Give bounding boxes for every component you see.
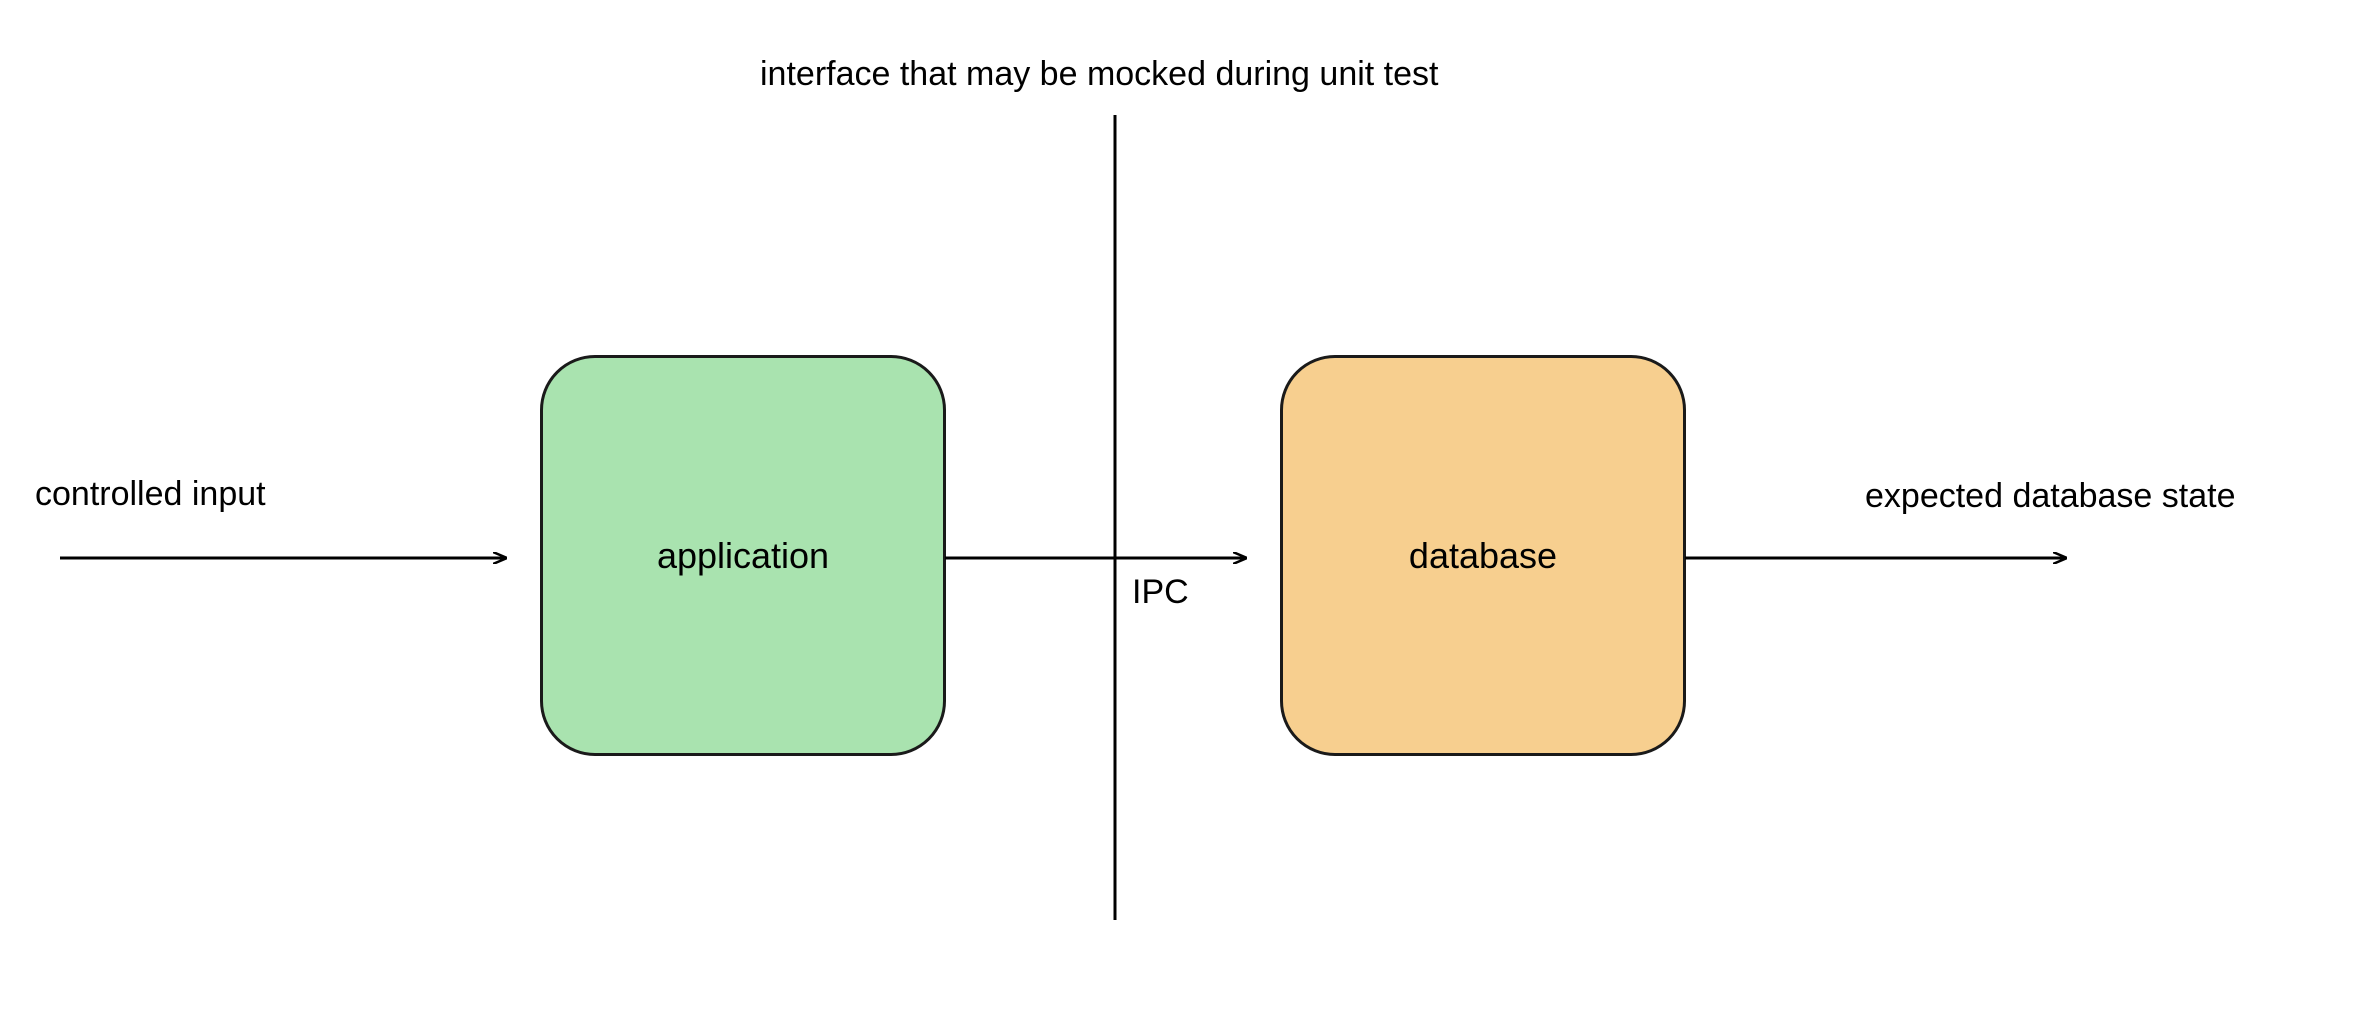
ipc-label: IPC [1132, 573, 1189, 612]
output-label: expected database state [1865, 477, 2236, 516]
database-node: database [1280, 355, 1686, 756]
application-node: application [540, 355, 946, 756]
database-node-label: database [1409, 535, 1557, 577]
diagram-canvas: interface that may be mocked during unit… [0, 0, 2366, 1032]
connector-overlay [0, 0, 2366, 1032]
top-caption: interface that may be mocked during unit… [760, 55, 1438, 94]
input-label: controlled input [35, 475, 266, 514]
application-node-label: application [657, 535, 829, 577]
